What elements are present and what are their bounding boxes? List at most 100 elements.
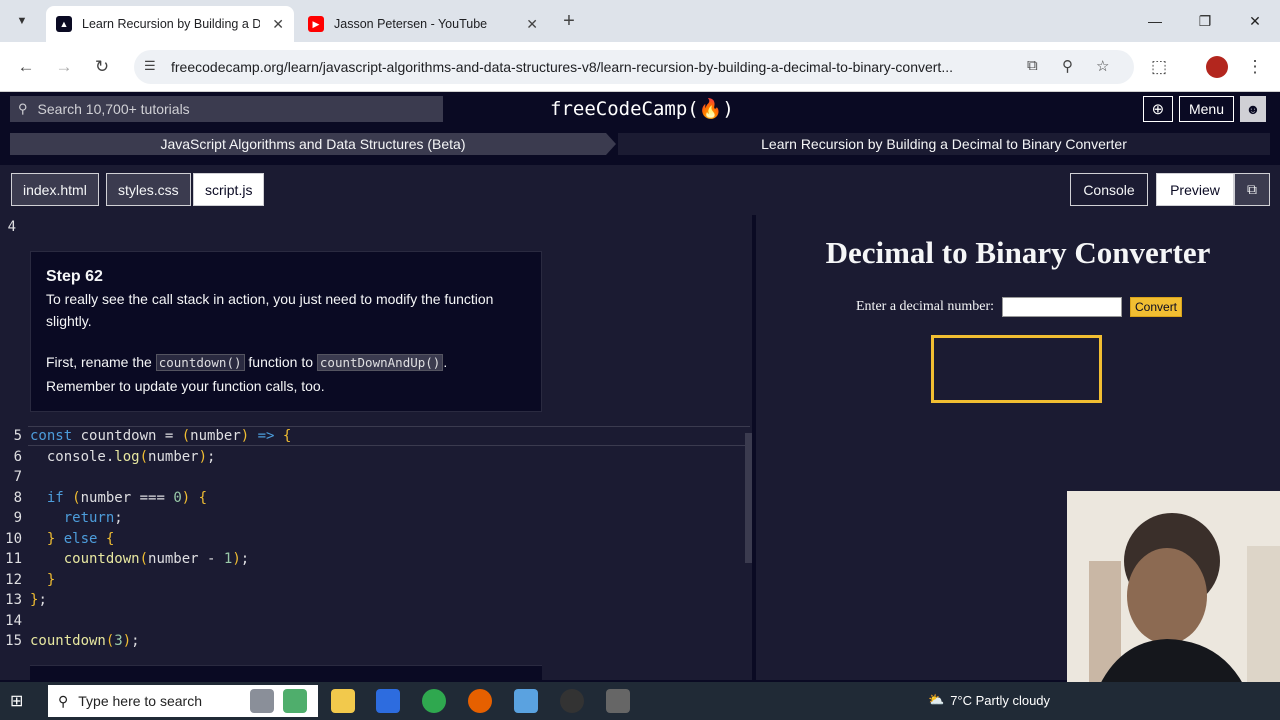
step-text-part: function to (248, 354, 314, 370)
profile-avatar[interactable] (1206, 56, 1228, 78)
line-number: 10 (5, 531, 22, 547)
chrome-icon[interactable] (422, 689, 446, 713)
code-line[interactable]: countdown(3); (30, 633, 140, 649)
weather-text: 7°C Partly cloudy (950, 692, 1051, 708)
step-text-3: Remember to update your function calls, … (46, 378, 325, 394)
code-line[interactable]: } (30, 572, 55, 588)
obs-icon[interactable] (560, 689, 584, 713)
line-number: 9 (13, 510, 22, 526)
breadcrumb: JavaScript Algorithms and Data Structure… (10, 133, 1270, 155)
tab-styles-css[interactable]: styles.css (106, 173, 191, 206)
breadcrumb-superblock[interactable]: JavaScript Algorithms and Data Structure… (10, 133, 616, 155)
tab-script-js[interactable]: script.js (193, 173, 265, 206)
editor-scrollbar[interactable] (745, 433, 752, 563)
install-icon[interactable]: ⧉ (1027, 57, 1038, 74)
step-title: Step 62 (46, 268, 103, 285)
console-button[interactable]: Console (1070, 173, 1148, 206)
url-text[interactable]: freecodecamp.org/learn/javascript-algori… (171, 59, 1016, 75)
tab-search-chevron-icon[interactable]: ▼ (8, 8, 36, 34)
line-number: 12 (5, 572, 22, 588)
breadcrumb-block[interactable]: Learn Recursion by Building a Decimal to… (618, 133, 1270, 155)
line-number: 15 (5, 633, 22, 649)
site-info-icon[interactable]: ☰ (144, 58, 156, 74)
line-number: 7 (13, 469, 22, 485)
lower-panel-edge (30, 665, 542, 680)
search-icon: ⚲ (18, 101, 28, 116)
tab-title: Jasson Petersen - YouTube (334, 17, 488, 31)
result-box (931, 335, 1102, 403)
decimal-input[interactable] (1002, 297, 1122, 317)
partly-cloudy-icon: ⛅ (928, 692, 945, 707)
trash-app-icon[interactable] (250, 689, 274, 713)
tab-index-html[interactable]: index.html (11, 173, 99, 206)
tab-close-icon[interactable]: ✕ (526, 16, 538, 33)
omnibox[interactable]: ☰ freecodecamp.org/learn/javascript-algo… (134, 50, 1134, 84)
weather-widget[interactable]: ⛅ 7°C Partly cloudy (928, 692, 1050, 708)
windows-start-icon[interactable]: ⊞ (10, 691, 23, 711)
browser-tab-active[interactable]: ▲ Learn Recursion by Building a De ✕ (46, 6, 294, 42)
extensions-icon[interactable]: ⬚ (1147, 55, 1171, 79)
close-window-icon[interactable]: ✕ (1230, 0, 1280, 42)
app-icon[interactable] (514, 689, 538, 713)
minimize-icon[interactable]: — (1130, 0, 1180, 42)
address-toolbar: ← → ↻ ☰ freecodecamp.org/learn/javascrip… (0, 42, 1280, 92)
code-line[interactable]: countdown(number - 1); (30, 551, 249, 567)
tab-close-icon[interactable]: ✕ (272, 16, 284, 33)
youtube-icon: ▶ (308, 16, 324, 32)
line-number: 6 (13, 449, 22, 465)
restore-icon[interactable]: ❐ (1180, 0, 1230, 42)
preview-button[interactable]: Preview (1156, 173, 1234, 206)
search-bar[interactable]: ⚲ (10, 96, 443, 122)
zoom-icon[interactable]: ⚲ (1062, 57, 1073, 75)
code-line[interactable]: console.log(number); (30, 449, 216, 465)
code-line[interactable]: if (number === 0) { (30, 490, 207, 506)
popout-preview-icon[interactable]: ⧉ (1234, 173, 1270, 206)
line-number: 11 (5, 551, 22, 567)
nav-right: ⊕ Menu ☻ (1142, 96, 1266, 122)
fcc-navbar: ⚲ freeCodeCamp(🔥) ⊕ Menu ☻ (0, 92, 1280, 127)
code-line[interactable]: const countdown = (number) => { (30, 428, 291, 444)
step-description: Step 62 To really see the call stack in … (30, 251, 542, 412)
step-text-part: . (443, 354, 448, 370)
desktop-app-icon[interactable] (376, 689, 400, 713)
firefox-icon[interactable] (468, 689, 492, 713)
user-avatar-icon[interactable]: ☻ (1240, 96, 1266, 122)
inline-code-selected: countDownAndUp() (316, 354, 444, 371)
browser-tabbar: ▼ ▲ Learn Recursion by Building a De ✕ ▶… (0, 0, 1280, 42)
bookmark-star-icon[interactable]: ☆ (1096, 57, 1109, 75)
decimal-input-label: Enter a decimal number: (856, 299, 994, 314)
reload-icon[interactable]: ↻ (90, 55, 114, 79)
step-text-1: To really see the call stack in action, … (46, 291, 494, 329)
line-number: 5 (13, 428, 22, 444)
step-text-2: First, rename the countdown() function t… (46, 351, 536, 374)
line-number: 14 (5, 613, 22, 629)
tab-title: Learn Recursion by Building a De (82, 17, 260, 31)
code-line[interactable]: } else { (30, 531, 114, 547)
fcc-logo[interactable]: freeCodeCamp(🔥) (550, 97, 734, 120)
forward-icon[interactable]: → (52, 55, 76, 79)
windows-taskbar: ⊞ ⚲ Type here to search ⛅ 7°C Partly clo… (0, 682, 1280, 720)
line-number: 8 (13, 490, 22, 506)
back-icon[interactable]: ← (14, 55, 38, 79)
file-explorer-icon[interactable] (331, 689, 355, 713)
browser-tab[interactable]: ▶ Jasson Petersen - YouTube ✕ (298, 6, 548, 42)
menu-button[interactable]: Menu (1178, 96, 1234, 122)
line-number: 4 (7, 219, 16, 235)
freecodecamp-icon: ▲ (56, 16, 72, 32)
search-icon: ⚲ (58, 692, 69, 709)
app-icon[interactable] (606, 689, 630, 713)
search-input[interactable] (37, 101, 418, 117)
code-editor[interactable]: 4 Step 62 To really see the call stack i… (0, 215, 752, 680)
code-line[interactable]: return; (30, 510, 123, 526)
convert-button[interactable]: Convert (1130, 297, 1183, 317)
language-globe-icon[interactable]: ⊕ (1142, 96, 1173, 122)
browser-menu-icon[interactable]: ⋮ (1243, 55, 1267, 79)
line-number: 13 (5, 592, 22, 608)
code-line[interactable]: }; (30, 592, 47, 608)
maps-app-icon[interactable] (283, 689, 307, 713)
preview-title: Decimal to Binary Converter (825, 235, 1211, 270)
taskbar-search[interactable]: ⚲ Type here to search (48, 685, 318, 717)
step-text-part: First, rename the (46, 354, 152, 370)
window-controls: — ❐ ✕ (1130, 0, 1280, 42)
new-tab-icon[interactable]: + (558, 10, 580, 33)
